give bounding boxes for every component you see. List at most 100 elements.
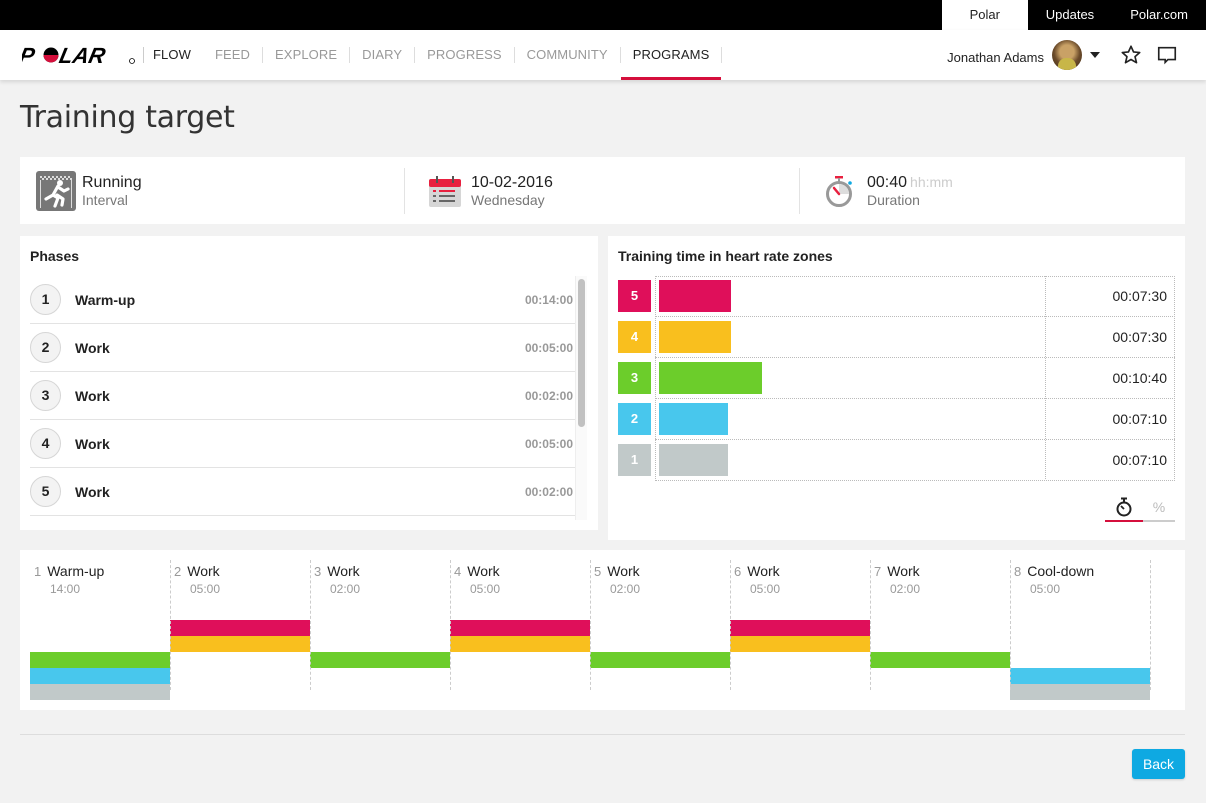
timeline-phase-name: Work	[747, 563, 780, 579]
phase-name: Warm-up	[75, 291, 136, 308]
timeline-divider	[730, 560, 731, 690]
phase-name: Work	[75, 387, 110, 404]
zone-time: 00:07:10	[1112, 411, 1168, 427]
zone-label: 5	[618, 280, 651, 312]
zone-time: 00:07:30	[1112, 329, 1168, 345]
timeline-phase-duration: 05:00	[470, 582, 501, 596]
timeline-phase[interactable]: 5 Work 02:00	[590, 560, 730, 690]
duration-unit: hh:mm	[910, 174, 953, 190]
running-icon	[36, 170, 76, 211]
main-nav: P LAR FLOW FEED EXPLORE DIARY PROGRESS C…	[0, 30, 1206, 80]
nav-explore[interactable]: EXPLORE	[263, 30, 349, 80]
nav-progress[interactable]: PROGRESS	[415, 30, 513, 80]
timeline-phase-duration: 02:00	[610, 582, 641, 596]
timeline-phase-duration: 05:00	[1030, 582, 1061, 596]
chevron-down-icon[interactable]	[1090, 52, 1100, 58]
zone-gridline	[655, 316, 1175, 317]
timeline-zone-bar	[450, 636, 590, 652]
toggle-inactive-indicator	[1143, 520, 1175, 522]
phase-duration: 00:05:00	[524, 340, 573, 355]
timeline-phase-duration: 05:00	[750, 582, 781, 596]
phase-row[interactable]: 5 Work 00:02:00	[30, 468, 575, 516]
timeline-phase[interactable]: 3 Work 02:00	[310, 560, 450, 690]
user-name[interactable]: Jonathan Adams	[947, 50, 1044, 65]
phase-row[interactable]: 2 Work 00:05:00	[30, 324, 575, 372]
sport-info: Running Interval	[36, 157, 142, 224]
nav-programs[interactable]: PROGRAMS	[620, 30, 722, 80]
avatar[interactable]	[1052, 40, 1082, 70]
phase-row[interactable]: 3 Work 00:02:00	[30, 372, 575, 420]
timeline-phase-number: 3	[314, 564, 322, 579]
phase-number: 3	[30, 380, 61, 411]
timeline-phase-number: 7	[874, 564, 882, 579]
zone-bar	[659, 403, 728, 435]
zone-bar	[659, 444, 728, 476]
back-button[interactable]: Back	[1132, 749, 1185, 779]
phase-row-partial[interactable]	[30, 516, 575, 520]
top-bar: Polar Flow Updates Polar.com	[0, 0, 1206, 52]
zone-gridline	[655, 398, 1175, 399]
zone-label: 4	[618, 321, 651, 353]
timeline-divider	[590, 560, 591, 690]
timeline-phase[interactable]: 1 Warm-up 14:00	[30, 560, 170, 700]
timeline-divider	[1010, 560, 1011, 690]
phase-row[interactable]: 4 Work 00:05:00	[30, 420, 575, 468]
footer-divider	[20, 734, 1185, 735]
phase-list: 1 Warm-up 00:14:00 2 Work 00:05:00 3 Work 00:02:…	[30, 276, 575, 520]
divider	[404, 168, 405, 214]
nav-feed[interactable]: FEED	[203, 30, 262, 80]
date-weekday: Wednesday	[471, 191, 545, 208]
timeline-zone-bar	[170, 636, 310, 652]
timeline-phase-name: Work	[327, 563, 360, 579]
timeline-phase[interactable]: 2 Work 05:00	[170, 560, 310, 690]
timeline-zone-bar	[590, 652, 730, 668]
calendar-icon	[429, 175, 461, 207]
zone-row: 3 00:10:40	[618, 358, 1175, 399]
nav-items: FLOW FEED EXPLORE DIARY PROGRESS COMMUNI…	[143, 30, 723, 80]
timeline-phase[interactable]: 8 Cool-down 05:00	[1010, 560, 1150, 700]
zone-time: 00:07:30	[1112, 288, 1168, 304]
toggle-time[interactable]	[1105, 494, 1143, 520]
timeline-phase-duration: 14:00	[50, 582, 81, 596]
top-tab-updates[interactable]: Updates	[1028, 0, 1112, 30]
phase-duration: 00:02:00	[524, 388, 573, 403]
timeline-phase-name: Work	[607, 563, 640, 579]
summary-card: Running Interval 10-02-2016 Wednesday 00…	[20, 157, 1185, 224]
top-tab-polar-com[interactable]: Polar.com	[1112, 0, 1206, 30]
timeline-phase-duration: 02:00	[330, 582, 361, 596]
timeline-phase[interactable]: 7 Work 02:00	[870, 560, 1010, 690]
timeline-zone-bar	[730, 620, 870, 636]
zone-gridline	[655, 276, 656, 479]
phase-row[interactable]: 1 Warm-up 00:14:00	[30, 276, 575, 324]
timeline-phase-duration: 02:00	[890, 582, 921, 596]
top-tab-polar-flow[interactable]: Polar Flow	[941, 0, 1028, 52]
phases-scrollbar[interactable]	[575, 276, 587, 520]
timeline-phase-number: 2	[174, 564, 182, 579]
zone-row: 2 00:07:10	[618, 399, 1175, 440]
zone-table: 5 00:07:30 4 00:07:30 3 00:10:40 2 00:07:10 1 00:…	[618, 276, 1175, 481]
timeline-divider	[1150, 560, 1151, 690]
date-value: 10-02-2016	[471, 173, 553, 191]
star-icon[interactable]	[1120, 44, 1142, 66]
nav-diary[interactable]: DIARY	[350, 30, 414, 80]
nav-community[interactable]: COMMUNITY	[515, 30, 620, 80]
nav-flow[interactable]: FLOW	[143, 47, 203, 63]
chat-icon[interactable]	[1156, 44, 1178, 66]
toggle-percent[interactable]: %	[1143, 494, 1175, 520]
logo-text: P	[22, 45, 37, 65]
timeline-phase[interactable]: 6 Work 05:00	[730, 560, 870, 690]
timeline-phase-number: 5	[594, 564, 602, 579]
timeline-phase[interactable]: 4 Work 05:00	[450, 560, 590, 690]
zone-gridline	[655, 276, 1175, 277]
phases-card: Phases 1 Warm-up 00:14:00 2 Work 00:05:00 3 Wor…	[20, 236, 598, 530]
stopwatch-icon	[1116, 497, 1132, 517]
polar-logo[interactable]: P LAR	[22, 45, 136, 65]
phase-duration: 00:02:00	[524, 484, 573, 499]
timeline-zone-bar	[450, 620, 590, 636]
timeline-phase-name: Work	[887, 563, 920, 579]
zones-title: Training time in heart rate zones	[618, 248, 833, 264]
zone-bar	[659, 280, 731, 312]
timeline-phase-name: Warm-up	[47, 563, 105, 579]
scrollbar-thumb[interactable]	[578, 279, 585, 427]
zone-row: 1 00:07:10	[618, 440, 1175, 481]
